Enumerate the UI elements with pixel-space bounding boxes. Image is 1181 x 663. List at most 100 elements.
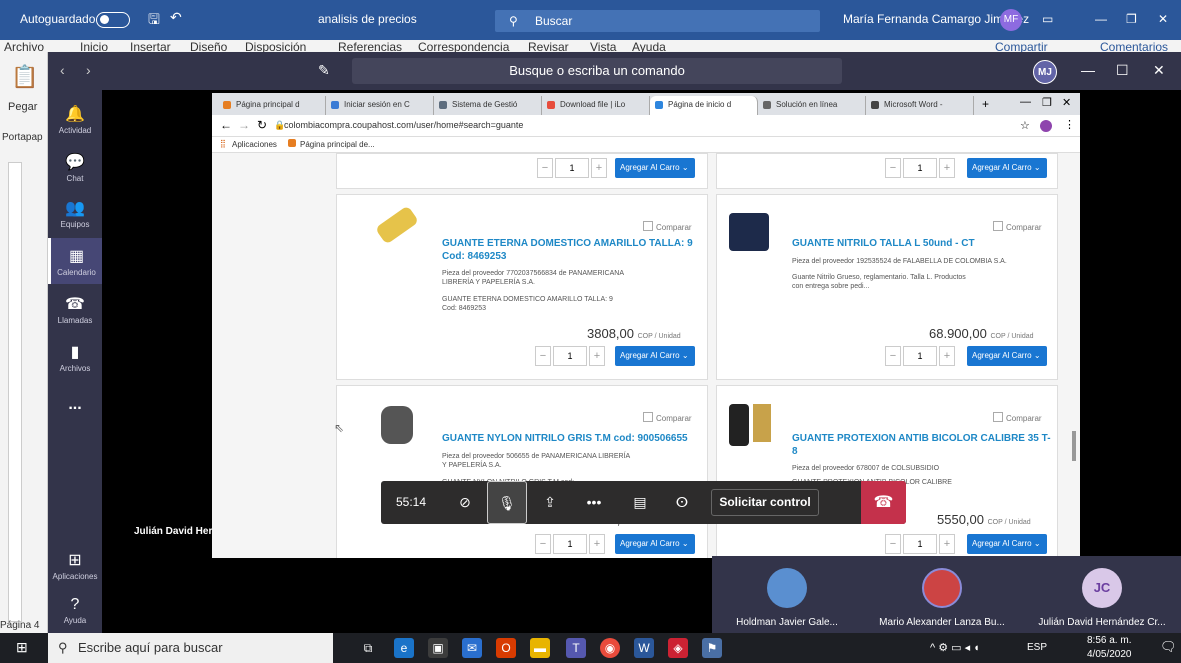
- quantity-stepper[interactable]: −1 +: [537, 158, 607, 178]
- rail-equipos[interactable]: 👥 Equipos: [48, 198, 102, 229]
- product-thumbnail[interactable]: [381, 406, 413, 444]
- language-indicator[interactable]: ESP: [1027, 642, 1047, 653]
- add-to-cart-button[interactable]: Agregar Al Carro ⌄: [615, 534, 695, 554]
- scrollbar-thumb[interactable]: [1072, 431, 1076, 461]
- clock-date[interactable]: 4/05/2020: [1087, 649, 1132, 660]
- product-title[interactable]: GUANTE ETERNA DOMESTICO AMARILLO TALLA: …: [442, 237, 702, 263]
- product-title[interactable]: GUANTE NITRILO TALLA L 50und - CT: [792, 237, 1052, 250]
- back-icon[interactable]: ‹: [60, 62, 65, 78]
- product-thumbnail[interactable]: [374, 205, 420, 245]
- participant-tile[interactable]: Mario Alexander Lanza Bu...: [867, 556, 1017, 633]
- windows-start-icon[interactable]: ⊞: [16, 639, 28, 656]
- tab-disposicion[interactable]: Disposición: [245, 40, 306, 52]
- comments-button[interactable]: Comentarios: [1100, 40, 1168, 52]
- product-thumbnail[interactable]: [729, 213, 769, 251]
- more-options-icon[interactable]: •••: [577, 481, 611, 524]
- browser-tab[interactable]: Solución en línea: [758, 96, 866, 115]
- url-field[interactable]: colombiacompra.coupahost.com/user/home#s…: [284, 120, 523, 130]
- paste-label[interactable]: Pegar: [8, 101, 37, 113]
- participant-tile[interactable]: Holdman Javier Gale...: [712, 556, 862, 633]
- app-icon[interactable]: ◈: [668, 638, 688, 658]
- camera-off-icon[interactable]: ⊘: [449, 481, 481, 524]
- close-icon[interactable]: ✕: [1158, 12, 1168, 26]
- browser-tab[interactable]: Microsoft Word -: [866, 96, 974, 115]
- system-tray-icons[interactable]: ^ ⚙ ▭ ◂ ◖: [930, 641, 980, 654]
- browser-tab[interactable]: Download file | iLo: [542, 96, 650, 115]
- star-icon[interactable]: ☆: [1020, 119, 1030, 132]
- task-view-icon[interactable]: ⧉: [358, 638, 378, 658]
- share-screen-icon[interactable]: ⇪: [533, 481, 567, 524]
- participants-icon[interactable]: ⵙ: [665, 481, 699, 524]
- more-icon[interactable]: ...: [48, 396, 102, 414]
- rail-aplicaciones[interactable]: ⊞ Aplicaciones: [48, 550, 102, 581]
- rail-llamadas[interactable]: ☎ Llamadas: [48, 294, 102, 325]
- bookmark-item[interactable]: Página principal de...: [300, 140, 375, 149]
- tab-insertar[interactable]: Insertar: [130, 40, 171, 52]
- document-title[interactable]: analisis de precios: [318, 12, 417, 26]
- compare-checkbox[interactable]: Comparar: [993, 221, 1042, 232]
- compare-checkbox[interactable]: Comparar: [993, 412, 1042, 423]
- share-button[interactable]: Compartir: [995, 40, 1048, 52]
- add-to-cart-button[interactable]: Agregar Al Carro ⌄: [967, 158, 1047, 178]
- quantity-stepper[interactable]: −1 +: [885, 534, 955, 554]
- word-user-avatar[interactable]: MF: [1000, 9, 1022, 31]
- tab-archivo[interactable]: Archivo: [4, 40, 44, 52]
- paste-icon[interactable]: 📋: [11, 64, 38, 90]
- add-to-cart-button[interactable]: Agregar Al Carro ⌄: [615, 346, 695, 366]
- profile-icon[interactable]: [1040, 120, 1052, 132]
- teams-minimize-icon[interactable]: —: [1081, 62, 1095, 78]
- ribbon-display-icon[interactable]: ▭: [1042, 12, 1053, 26]
- command-search-box[interactable]: Busque o escriba un comando: [352, 58, 842, 84]
- product-title[interactable]: GUANTE PROTEXION ANTIB BICOLOR CALIBRE 3…: [792, 432, 1052, 458]
- add-to-cart-button[interactable]: Agregar Al Carro ⌄: [615, 158, 695, 178]
- add-to-cart-button[interactable]: Agregar Al Carro ⌄: [967, 534, 1047, 554]
- tab-ayuda[interactable]: Ayuda: [632, 40, 666, 52]
- bookmark-item[interactable]: Aplicaciones: [232, 140, 277, 149]
- chrome-icon[interactable]: ◉: [600, 638, 620, 658]
- quantity-stepper[interactable]: −1 +: [535, 346, 605, 366]
- office-icon[interactable]: O: [496, 638, 516, 658]
- teams-close-icon[interactable]: ✕: [1153, 62, 1165, 79]
- quantity-stepper[interactable]: −1 +: [885, 346, 955, 366]
- rail-ayuda[interactable]: ? Ayuda: [48, 596, 102, 625]
- participant-tile[interactable]: JC Julián David Hernández Cr...: [1027, 556, 1177, 633]
- app-icon[interactable]: ⚑: [702, 638, 722, 658]
- tab-inicio[interactable]: Inicio: [80, 40, 108, 52]
- rail-actividad[interactable]: 🔔 Actividad: [48, 104, 102, 135]
- undo-icon[interactable]: ↶: [170, 9, 182, 26]
- word-taskbar-icon[interactable]: W: [634, 638, 654, 658]
- tab-correspondencia[interactable]: Correspondencia: [418, 40, 509, 52]
- reload-icon[interactable]: ↻: [257, 118, 267, 132]
- browser-tab[interactable]: Iniciar sesión en C: [326, 96, 434, 115]
- quantity-stepper[interactable]: −1 +: [885, 158, 955, 178]
- chat-icon[interactable]: ▤: [623, 481, 657, 524]
- browser-close-icon[interactable]: ✕: [1062, 96, 1071, 109]
- menu-icon[interactable]: ⋮: [1064, 118, 1075, 131]
- autosave-toggle[interactable]: [96, 12, 130, 28]
- browser-tab[interactable]: Sistema de Gestió: [434, 96, 542, 115]
- word-search-box[interactable]: ⚲ Buscar: [495, 10, 820, 32]
- microphone-icon[interactable]: 🎙: [487, 481, 527, 524]
- store-icon[interactable]: ▣: [428, 638, 448, 658]
- tab-referencias[interactable]: Referencias: [338, 40, 402, 52]
- rail-calendario[interactable]: ▦ Calendario: [48, 238, 102, 284]
- compare-checkbox[interactable]: Comparar: [643, 221, 692, 232]
- new-tab-icon[interactable]: +: [982, 97, 989, 111]
- rail-archivos[interactable]: ▮ Archivos: [48, 342, 102, 373]
- notifications-icon[interactable]: 🗨: [1160, 639, 1177, 655]
- taskbar-search-box[interactable]: ⚲ Escribe aquí para buscar: [48, 633, 333, 663]
- hang-up-icon[interactable]: ☎: [861, 481, 906, 524]
- edge-icon[interactable]: e: [394, 638, 414, 658]
- browser-tab-active[interactable]: Página de inicio d: [650, 96, 758, 115]
- clock-time[interactable]: 8:56 a. m.: [1087, 635, 1131, 646]
- mail-icon[interactable]: ✉: [462, 638, 482, 658]
- back-icon[interactable]: ←: [220, 118, 232, 132]
- browser-minimize-icon[interactable]: —: [1020, 96, 1031, 108]
- forward-icon[interactable]: →: [238, 118, 250, 132]
- product-thumbnail[interactable]: [729, 404, 749, 446]
- tab-diseno[interactable]: Diseño: [190, 40, 227, 52]
- tab-vista[interactable]: Vista: [590, 40, 616, 52]
- restore-icon[interactable]: ❐: [1126, 12, 1137, 26]
- compose-icon[interactable]: ✎: [318, 62, 330, 79]
- add-to-cart-button[interactable]: Agregar Al Carro ⌄: [967, 346, 1047, 366]
